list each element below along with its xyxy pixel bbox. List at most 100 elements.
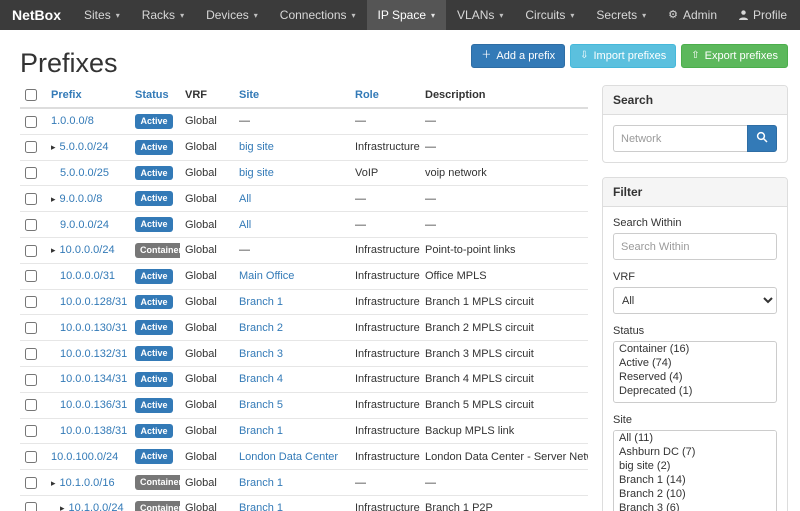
site-link[interactable]: big site	[239, 167, 274, 179]
prefix-link[interactable]: 5.0.0.0/24	[60, 141, 109, 153]
description-cell: Branch 1 P2P	[420, 496, 588, 511]
row-checkbox[interactable]	[25, 451, 37, 463]
prefix-link[interactable]: 10.0.0.138/31	[60, 425, 127, 437]
select-all-checkbox[interactable]	[25, 89, 37, 101]
site-link[interactable]: Branch 1	[239, 296, 283, 308]
filter-option[interactable]: Container (16)	[614, 342, 776, 356]
site-cell: All	[234, 186, 350, 212]
prefix-link[interactable]: 10.0.0.0/31	[60, 270, 115, 282]
nav-item-sites[interactable]: Sites	[73, 0, 131, 30]
filter-option[interactable]: Ashburn DC (7)	[614, 445, 776, 459]
row-checkbox[interactable]	[25, 374, 37, 386]
search-within-input[interactable]	[613, 233, 777, 260]
site-link[interactable]: All	[239, 219, 251, 231]
expand-arrow-icon[interactable]: ▸	[51, 142, 56, 152]
navbar: NetBox SitesRacksDevicesConnectionsIP Sp…	[0, 0, 800, 30]
site-link[interactable]: Branch 1	[239, 477, 283, 489]
prefix-link[interactable]: 10.1.0.0/24	[69, 502, 124, 511]
prefix-link[interactable]: 9.0.0.0/24	[60, 219, 109, 231]
prefix-link[interactable]: 10.0.0.134/31	[60, 373, 127, 385]
prefix-link[interactable]: 9.0.0.0/8	[60, 193, 103, 205]
filter-option[interactable]: Reserved (4)	[614, 370, 776, 384]
nav-item-profile[interactable]: Profile	[728, 0, 798, 30]
site-link[interactable]: All	[239, 193, 251, 205]
nav-item-devices[interactable]: Devices	[195, 0, 269, 30]
prefix-link[interactable]: 5.0.0.0/25	[60, 167, 109, 179]
nav-item-circuits[interactable]: Circuits	[514, 0, 585, 30]
site-link[interactable]: Branch 3	[239, 348, 283, 360]
row-checkbox[interactable]	[25, 399, 37, 411]
nav-item-secrets[interactable]: Secrets	[585, 0, 657, 30]
row-checkbox[interactable]	[25, 425, 37, 437]
vrf-select[interactable]: All	[613, 287, 777, 314]
filter-option[interactable]: Branch 1 (14)	[614, 473, 776, 487]
row-checkbox[interactable]	[25, 477, 37, 489]
filter-option[interactable]: Active (74)	[614, 356, 776, 370]
brand-logo[interactable]: NetBox	[8, 0, 73, 30]
prefix-cell: ▸ 10.1.0.0/24	[46, 496, 130, 511]
search-button[interactable]	[747, 125, 777, 152]
site-link[interactable]: London Data Center	[239, 451, 338, 463]
nav-item-vlans[interactable]: VLANs	[446, 0, 514, 30]
role-cell: VoIP	[350, 160, 420, 186]
filter-option[interactable]: All (11)	[614, 431, 776, 445]
row-checkbox[interactable]	[25, 193, 37, 205]
nav-item-connections[interactable]: Connections	[269, 0, 367, 30]
row-checkbox[interactable]	[25, 270, 37, 282]
row-checkbox-cell	[20, 160, 46, 186]
description-cell: Point-to-point links	[420, 238, 588, 264]
site-link[interactable]: Branch 5	[239, 399, 283, 411]
row-checkbox[interactable]	[25, 167, 37, 179]
site-link[interactable]: Main Office	[239, 270, 294, 282]
table-row: 5.0.0.0/25ActiveGlobalbig siteVoIPvoip n…	[20, 160, 588, 186]
search-input[interactable]	[613, 125, 747, 152]
row-checkbox[interactable]	[25, 245, 37, 257]
row-checkbox[interactable]	[25, 502, 37, 511]
table-row: 10.0.100.0/24ActiveGlobalLondon Data Cen…	[20, 444, 588, 470]
row-checkbox[interactable]	[25, 322, 37, 334]
filter-option[interactable]: Deprecated (1)	[614, 384, 776, 398]
column-header-status[interactable]: Status	[135, 89, 169, 101]
expand-arrow-icon[interactable]: ▸	[51, 478, 56, 488]
site-link[interactable]: Branch 1	[239, 502, 283, 511]
site-link[interactable]: Branch 2	[239, 322, 283, 334]
export-prefixes-button[interactable]: ⇧ Export prefixes	[681, 44, 788, 68]
expand-arrow-icon[interactable]: ▸	[51, 245, 56, 255]
column-header-prefix[interactable]: Prefix	[51, 89, 82, 101]
filter-status-list[interactable]: Container (16)Active (74)Reserved (4)Dep…	[613, 341, 777, 403]
role-cell: —	[350, 212, 420, 238]
vrf-cell: Global	[180, 418, 234, 444]
column-header-role[interactable]: Role	[355, 89, 379, 101]
prefix-link[interactable]: 10.1.0.0/16	[60, 477, 115, 489]
filter-option[interactable]: Branch 2 (10)	[614, 487, 776, 501]
prefix-link[interactable]: 10.0.0.130/31	[60, 322, 127, 334]
site-link[interactable]: Branch 4	[239, 373, 283, 385]
expand-arrow-icon[interactable]: ▸	[51, 194, 56, 204]
prefix-link[interactable]: 10.0.0.136/31	[60, 399, 127, 411]
prefix-link[interactable]: 1.0.0.0/8	[51, 115, 94, 127]
row-checkbox[interactable]	[25, 296, 37, 308]
row-checkbox[interactable]	[25, 348, 37, 360]
site-link[interactable]: Branch 1	[239, 425, 283, 437]
status-cell: Active	[130, 367, 180, 393]
vrf-cell: Global	[180, 186, 234, 212]
site-link[interactable]: big site	[239, 141, 274, 153]
row-checkbox[interactable]	[25, 141, 37, 153]
nav-item-racks[interactable]: Racks	[131, 0, 195, 30]
prefix-link[interactable]: 10.0.100.0/24	[51, 451, 118, 463]
row-checkbox[interactable]	[25, 219, 37, 231]
column-header-site[interactable]: Site	[239, 89, 259, 101]
prefix-link[interactable]: 10.0.0.128/31	[60, 296, 127, 308]
filter-option[interactable]: Branch 3 (6)	[614, 501, 776, 511]
prefix-link[interactable]: 10.0.0.132/31	[60, 348, 127, 360]
expand-arrow-icon[interactable]: ▸	[60, 503, 65, 511]
nav-item-ip-space[interactable]: IP Space	[367, 0, 447, 30]
filter-option[interactable]: big site (2)	[614, 459, 776, 473]
search-panel: Search	[602, 85, 788, 163]
filter-site-list[interactable]: All (11)Ashburn DC (7)big site (2)Branch…	[613, 430, 777, 511]
nav-item-admin[interactable]: ⚙ Admin	[657, 0, 728, 30]
add-prefix-button[interactable]: ＋ Add a prefix	[471, 44, 565, 68]
import-prefixes-button[interactable]: ⇩ Import prefixes	[570, 44, 676, 68]
row-checkbox[interactable]	[25, 116, 37, 128]
prefix-link[interactable]: 10.0.0.0/24	[60, 244, 115, 256]
